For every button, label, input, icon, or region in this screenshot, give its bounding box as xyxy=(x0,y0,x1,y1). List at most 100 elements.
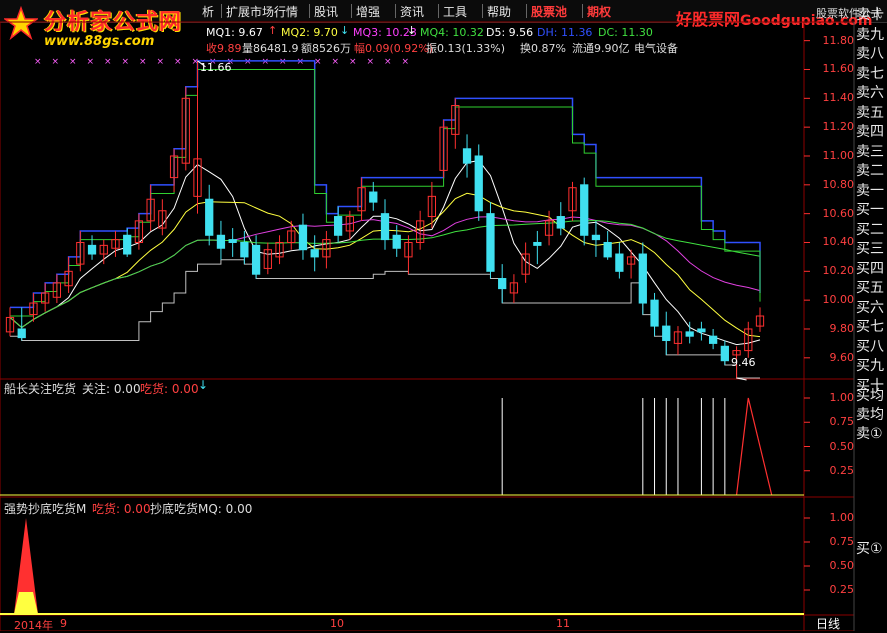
candle-body xyxy=(228,239,237,243)
signal-marker: × xyxy=(402,57,410,67)
order-book-button[interactable]: 买五 xyxy=(856,277,887,295)
panel2-triangle xyxy=(735,397,773,496)
panel2-label-eat: 吃货: 0.00 xyxy=(140,382,199,396)
panel2-title[interactable]: 船长关注吃货 xyxy=(4,380,76,397)
candle-body xyxy=(17,328,26,339)
candle-body xyxy=(474,155,483,212)
candle-body xyxy=(720,345,729,362)
order-book-button[interactable]: 卖五 xyxy=(856,102,887,120)
order-book-button[interactable]: 卖均 xyxy=(856,404,887,422)
order-book-button[interactable]: 卖一 xyxy=(856,180,887,198)
month-label: 9 xyxy=(60,617,67,630)
high-annotation: 11.66 xyxy=(200,61,232,74)
order-book-button[interactable]: 买均 xyxy=(856,385,887,403)
order-book-button[interactable]: 卖九 xyxy=(856,24,887,42)
candle-body xyxy=(333,216,343,236)
signal-marker: × xyxy=(174,57,182,67)
order-book-button[interactable]: 买一 xyxy=(856,199,887,217)
signal-marker: × xyxy=(69,57,77,67)
signal-marker: × xyxy=(332,57,340,67)
candle-body xyxy=(662,325,671,342)
signal-marker: × xyxy=(244,57,252,67)
signal-marker: × xyxy=(367,57,375,67)
main-price-chart[interactable]: × × × × × × × × × × × × × × × × × × × × × × xyxy=(5,40,810,381)
price-axis-tick: 9.80 xyxy=(829,321,855,335)
signal-marker: × xyxy=(384,57,392,67)
order-book-button[interactable]: 卖三 xyxy=(856,141,887,159)
panel2-axis-tick: 0.75 xyxy=(829,415,855,429)
signal-marker: × xyxy=(87,57,95,67)
panel2-label-follow: 关注: 0.00 xyxy=(82,382,141,396)
candle-body xyxy=(123,234,132,255)
order-book-button[interactable]: 卖七 xyxy=(856,63,887,81)
candle-body xyxy=(380,213,390,241)
candle-body xyxy=(697,328,706,333)
order-book-button[interactable]: 买二 xyxy=(856,219,887,237)
candle-body xyxy=(591,234,601,241)
price-axis-tick: 10.20 xyxy=(822,264,855,278)
candle-body xyxy=(251,244,261,275)
panel3-label-mq: 抄底吃货MQ: 0.00 xyxy=(150,502,253,516)
panel3-title[interactable]: 强势抄底吃货M xyxy=(4,500,86,517)
indicator-panel-3[interactable] xyxy=(0,517,810,615)
candle-body xyxy=(205,198,214,236)
order-book-button[interactable]: 卖十 xyxy=(856,4,887,22)
candle-body xyxy=(685,331,694,337)
order-book-button[interactable]: 卖① xyxy=(856,423,887,441)
candle-body xyxy=(556,216,565,229)
candle-body xyxy=(580,184,589,236)
panel3-axis-tick: 0.75 xyxy=(829,535,855,548)
candle-body xyxy=(462,148,472,164)
price-axis-tick: 10.60 xyxy=(822,206,855,220)
signal-marker: × xyxy=(279,57,287,67)
candle-body xyxy=(369,191,378,203)
order-book-button[interactable]: 买三 xyxy=(856,238,887,256)
candle-body xyxy=(216,234,226,249)
signal-marker: × xyxy=(297,57,305,67)
order-book-button[interactable]: 卖八 xyxy=(856,43,887,61)
order-book-button[interactable]: 卖二 xyxy=(856,160,887,178)
candle-body xyxy=(392,234,401,249)
candle-body xyxy=(603,241,612,258)
price-axis-tick: 11.40 xyxy=(822,91,855,105)
order-book-button[interactable]: 买九 xyxy=(856,355,887,373)
signal-marker: × xyxy=(122,57,130,67)
chart-canvas[interactable]: × × × × × × × × × × × × × × × × × × × × × × xyxy=(0,0,887,631)
order-book-button[interactable]: 买八 xyxy=(856,336,887,354)
month-label: 10 xyxy=(330,617,344,630)
signal-marker: × xyxy=(157,57,165,67)
order-book-button[interactable]: 买① xyxy=(856,538,887,556)
price-axis-tick: 11.60 xyxy=(822,62,855,76)
panel2-axis-tick: 0.25 xyxy=(829,463,855,477)
channel-mid-line xyxy=(10,68,761,317)
order-book-button[interactable]: 卖六 xyxy=(856,82,887,100)
price-axis-tick: 11.00 xyxy=(822,148,855,162)
indicator-panel-2[interactable] xyxy=(0,397,810,496)
chart-frame xyxy=(0,21,855,631)
signal-marker: × xyxy=(52,57,60,67)
candle-body xyxy=(615,253,624,272)
order-book-button[interactable]: 买六 xyxy=(856,297,887,315)
price-axis-tick: 10.00 xyxy=(822,293,855,307)
order-book-button[interactable]: 买七 xyxy=(856,316,887,334)
price-axis-tick: 11.80 xyxy=(822,33,855,47)
candle-body xyxy=(310,249,319,258)
signal-marker: × xyxy=(34,57,42,67)
candle-body xyxy=(486,213,495,272)
candle-body xyxy=(240,241,249,258)
candle-body xyxy=(298,224,308,251)
period-label[interactable]: 日线 xyxy=(816,615,840,632)
candle-body xyxy=(638,253,647,304)
order-book-button[interactable]: 买四 xyxy=(856,258,887,276)
chart-border xyxy=(0,21,855,631)
order-book-button[interactable]: 卖四 xyxy=(856,121,887,139)
down-arrow-icon: ↓ xyxy=(198,378,209,392)
price-axis-tick: 9.60 xyxy=(829,350,855,364)
month-label: 11 xyxy=(556,617,570,630)
candle-body xyxy=(533,241,542,246)
candle-body xyxy=(650,299,659,327)
panel3-axis-tick: 0.50 xyxy=(829,559,855,572)
ma5-line xyxy=(9,160,761,346)
panel2-axis-tick: 1.00 xyxy=(829,391,855,404)
signal-marker: × xyxy=(104,57,112,67)
